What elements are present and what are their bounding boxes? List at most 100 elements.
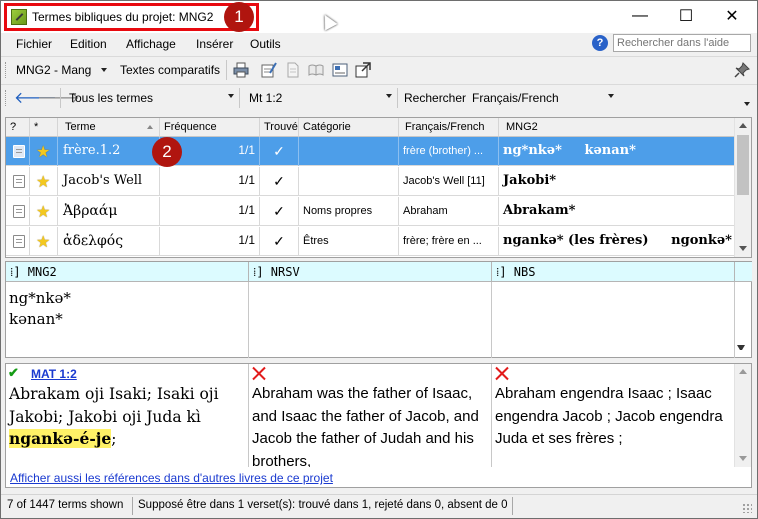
rendering-header-nrsv[interactable]: ⁞] NRSV bbox=[249, 262, 492, 282]
menu-affichage[interactable]: Affichage bbox=[126, 37, 176, 51]
column-grip-icon: ⁞] bbox=[10, 265, 21, 279]
scroll-up-icon[interactable] bbox=[739, 369, 747, 374]
minimize-button[interactable]: — bbox=[617, 1, 663, 31]
table-row[interactable]: ★ Ἀβραάμ 1/1 ✓ Noms propres Abraham Abra… bbox=[6, 197, 735, 226]
term-filter-dropdown[interactable]: Tous les termes bbox=[69, 91, 153, 105]
chevron-down-icon[interactable] bbox=[386, 94, 392, 98]
verse-text-mng2[interactable]: Abrakam oji Isaki; Isaki oji Jakobi; Jak… bbox=[9, 383, 245, 451]
terms-grid: ? * Terme Fréquence Trouvé Catégorie Fra… bbox=[5, 117, 752, 258]
book-icon[interactable] bbox=[308, 62, 324, 78]
col-header-gloss[interactable]: Français/French bbox=[399, 118, 499, 137]
verse-reference-link[interactable]: MAT 1:2 bbox=[31, 367, 77, 381]
help-search-input[interactable] bbox=[613, 34, 751, 52]
text-box-icon[interactable] bbox=[332, 62, 348, 78]
rendering-column-nbs[interactable] bbox=[492, 282, 735, 358]
chevron-down-icon[interactable] bbox=[101, 68, 107, 72]
show-other-books-link[interactable]: Afficher aussi les références dans d'aut… bbox=[10, 471, 333, 485]
row-star-cell[interactable]: ★ bbox=[30, 167, 58, 196]
row-star-cell[interactable]: ★ bbox=[30, 137, 58, 166]
grid-scrollbar[interactable] bbox=[734, 118, 751, 257]
chevron-down-icon[interactable] bbox=[228, 94, 234, 98]
scroll-down-icon[interactable] bbox=[739, 246, 747, 251]
toolbar-grip[interactable] bbox=[5, 62, 8, 78]
col-header-term[interactable]: Terme bbox=[58, 118, 160, 137]
menu-edition[interactable]: Edition bbox=[70, 37, 107, 51]
rendering-line[interactable]: ng*nkə* bbox=[9, 288, 71, 309]
rendering-header-mng2[interactable]: ⁞] MNG2 bbox=[6, 262, 249, 282]
rendering-header-filler bbox=[735, 262, 752, 282]
scroll-up-icon[interactable] bbox=[739, 123, 747, 128]
chevron-down-icon[interactable] bbox=[608, 94, 614, 98]
resize-grip-icon[interactable] bbox=[742, 503, 752, 513]
print-icon[interactable] bbox=[233, 62, 249, 78]
row-status-cell[interactable] bbox=[6, 137, 30, 166]
toolbar-grip[interactable] bbox=[5, 90, 8, 106]
row-gloss: Jacob's Well [11] bbox=[399, 167, 499, 196]
comparative-texts-button[interactable]: Textes comparatifs bbox=[120, 63, 220, 77]
maximize-button[interactable]: ☐ bbox=[663, 1, 709, 31]
verse-column-nrsv[interactable]: Abraham was the father of Isaac, and Isa… bbox=[249, 364, 492, 467]
verse-column-mng2[interactable]: ✔ MAT 1:2 Abrakam oji Isaki; Isaki oji J… bbox=[6, 364, 249, 467]
document-icon[interactable] bbox=[285, 62, 301, 78]
col-header-status[interactable]: ? bbox=[6, 118, 30, 137]
toolbar-overflow-icon[interactable] bbox=[744, 102, 750, 106]
star-icon[interactable]: ★ bbox=[36, 202, 50, 222]
row-gloss: frère (brother) ... bbox=[399, 137, 499, 166]
star-icon[interactable]: ★ bbox=[36, 172, 50, 192]
table-row[interactable]: ★ Jacob's Well 1/1 ✓ Jacob's Well [11] J… bbox=[6, 167, 735, 196]
rendering-header-nbs[interactable]: ⁞] NBS bbox=[492, 262, 735, 282]
table-row[interactable]: ★ ἀδελφός 1/1 ✓ Êtres frère; frère en ..… bbox=[6, 227, 735, 256]
rendering-line[interactable]: kənan* bbox=[9, 309, 63, 330]
menu-inserer[interactable]: Insérer bbox=[196, 37, 233, 51]
row-star-cell[interactable]: ★ bbox=[30, 227, 58, 256]
row-rendering[interactable]: Jakobi* bbox=[499, 167, 735, 196]
row-rendering[interactable]: ngankə* (les frères) ngonkə* ... bbox=[499, 227, 735, 256]
rendering-header-label: MNG2 bbox=[27, 265, 57, 279]
table-row[interactable]: ★ frère.1.2 1/1 ✓ frère (brother) ... ng… bbox=[6, 137, 735, 166]
reference-dropdown[interactable]: Mt 1:2 bbox=[249, 91, 282, 105]
verse-text-nbs: Abraham engendra Isaac ; Isaac engendra … bbox=[495, 385, 723, 447]
row-status-cell[interactable] bbox=[6, 197, 30, 226]
menu-fichier[interactable]: Fichier bbox=[16, 37, 52, 51]
col-header-category[interactable]: Catégorie bbox=[299, 118, 399, 137]
col-header-star[interactable]: * bbox=[30, 118, 58, 137]
rejected-x-icon[interactable] bbox=[495, 366, 509, 380]
status-separator bbox=[132, 497, 133, 515]
pane-collapse-icon[interactable] bbox=[737, 345, 745, 353]
rendering-column-nrsv[interactable] bbox=[249, 282, 492, 358]
project-selector[interactable]: MNG2 - Mang bbox=[16, 63, 91, 77]
row-star-cell[interactable]: ★ bbox=[30, 197, 58, 226]
row-term: ἀδελφός bbox=[58, 227, 160, 256]
star-icon[interactable]: ★ bbox=[36, 142, 50, 162]
col-header-found[interactable]: Trouvé bbox=[260, 118, 299, 137]
scroll-down-icon[interactable] bbox=[739, 456, 747, 461]
sort-arrow-icon bbox=[147, 125, 153, 129]
row-category bbox=[299, 167, 399, 196]
rejected-x-icon[interactable] bbox=[252, 366, 266, 380]
close-button[interactable]: ✕ bbox=[709, 1, 755, 31]
row-category bbox=[299, 137, 399, 166]
row-rendering[interactable]: Abrakam* bbox=[499, 197, 735, 226]
search-label: Rechercher bbox=[404, 91, 467, 105]
toolbar-navigation: 🡐 🡒 Tous les termes Mt 1:2 Rechercher Fr… bbox=[1, 84, 757, 110]
star-icon[interactable]: ★ bbox=[36, 232, 50, 252]
open-external-icon[interactable] bbox=[355, 62, 371, 78]
pin-icon[interactable] bbox=[734, 62, 750, 78]
callout-1: 1 bbox=[224, 2, 254, 32]
menu-outils[interactable]: Outils bbox=[250, 37, 281, 51]
edit-note-icon[interactable] bbox=[261, 62, 277, 78]
column-grip-icon: ⁞] bbox=[253, 265, 264, 279]
checkmark-icon: ✔ bbox=[8, 365, 19, 380]
search-language-dropdown[interactable]: Français/French bbox=[472, 91, 559, 105]
row-rendering[interactable]: ng*nkə* kənan* bbox=[499, 137, 735, 166]
row-found: ✓ bbox=[260, 197, 299, 226]
highlighted-rendering[interactable]: ngankə-é-je bbox=[9, 429, 112, 448]
row-status-cell[interactable] bbox=[6, 227, 30, 256]
help-icon[interactable]: ? bbox=[592, 35, 608, 51]
verse-column-nbs[interactable]: Abraham engendra Isaac ; Isaac engendra … bbox=[492, 364, 735, 467]
col-header-rendering[interactable]: MNG2 bbox=[499, 118, 735, 137]
verses-scrollbar[interactable] bbox=[734, 364, 751, 467]
row-status-cell[interactable] bbox=[6, 167, 30, 196]
col-header-frequency[interactable]: Fréquence bbox=[160, 118, 260, 137]
scrollbar-thumb[interactable] bbox=[737, 135, 749, 195]
